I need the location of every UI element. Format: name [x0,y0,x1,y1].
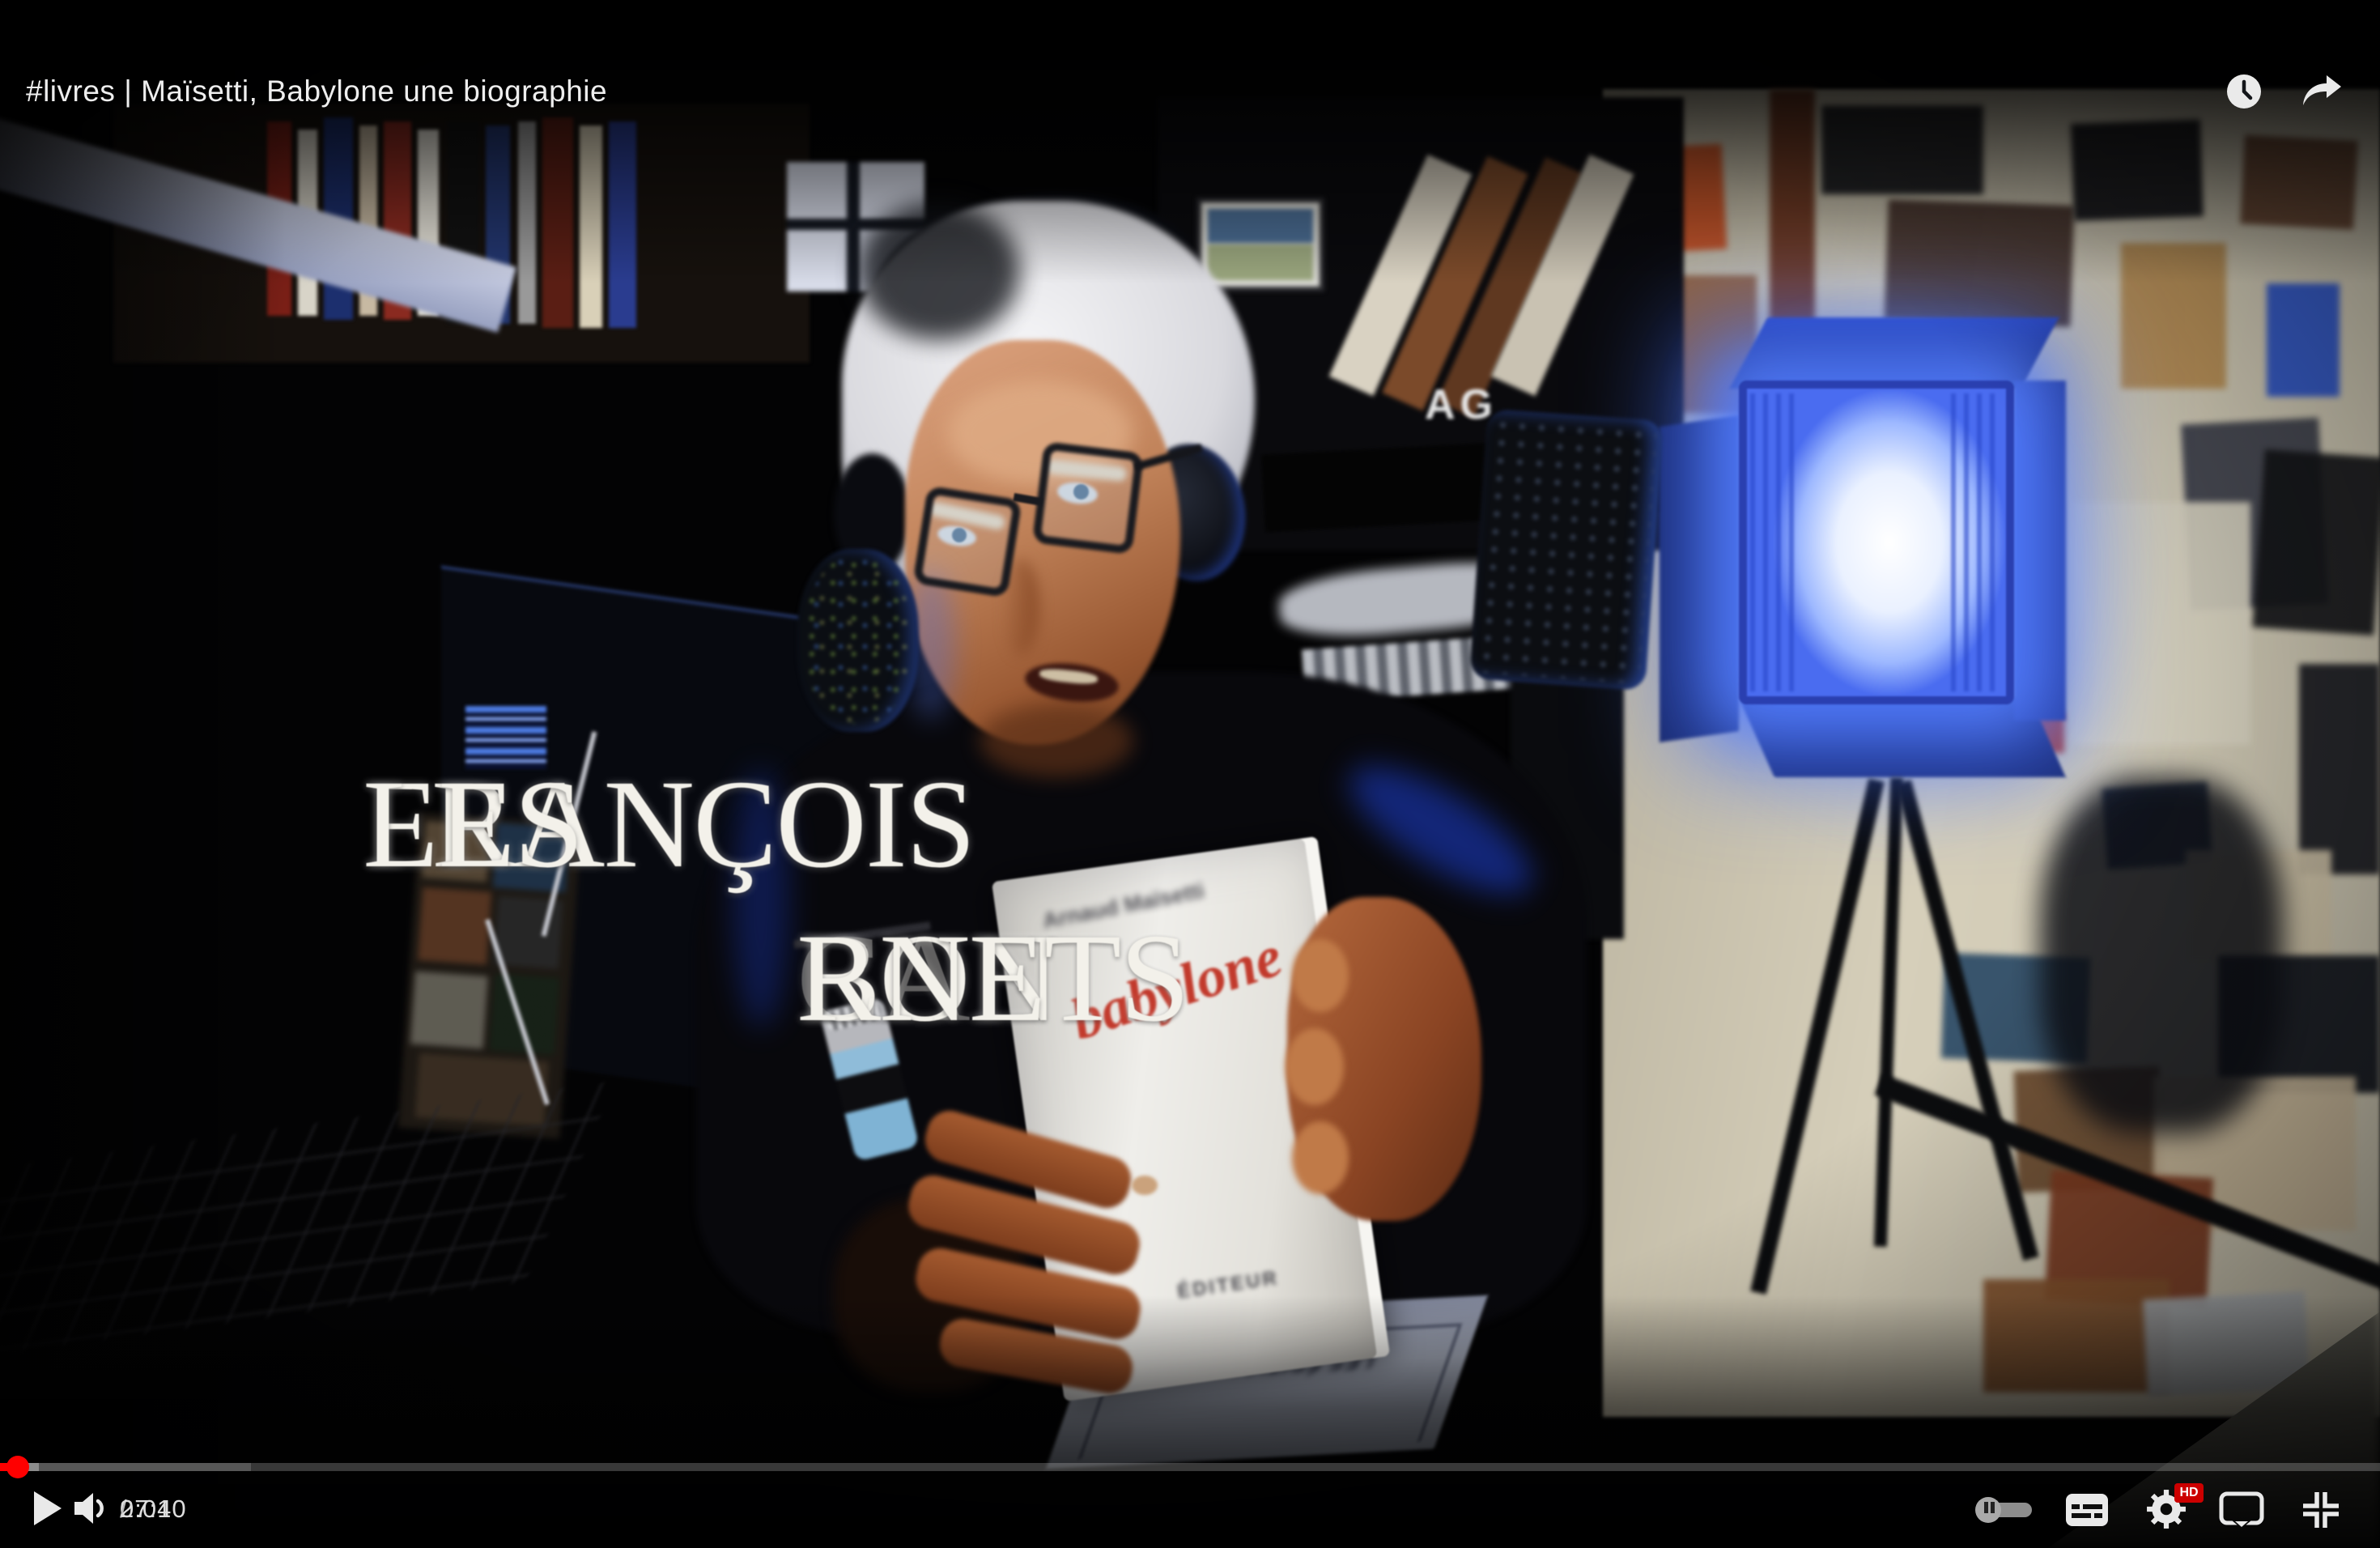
play-button[interactable] [28,1488,68,1529]
clock-icon [2225,72,2263,111]
play-on-tv-icon [2219,1491,2264,1529]
loaded-bar [39,1463,251,1471]
led-barn-door [2014,381,2066,721]
subtitles-button[interactable] [2064,1491,2110,1529]
progress-bar[interactable] [0,1462,2380,1472]
keyboard [0,1081,616,1369]
hair-shadow [858,202,1020,340]
led-barn-door [1660,415,1739,742]
glasses-lens-right [1032,441,1144,555]
glasses-lens-left [912,486,1022,598]
autoplay-toggle[interactable] [1975,1495,2038,1525]
hd-badge: HD [2174,1483,2204,1503]
remote-playback-button[interactable] [2218,1491,2265,1529]
pause-icon [1991,1502,1995,1513]
microphone-left [797,549,919,732]
microphone-right [1469,409,1664,691]
book-spine [609,121,636,328]
duration: 27:10 [120,1495,187,1524]
fullscreen-exit-button[interactable] [2301,1490,2341,1530]
wall-photo [2299,664,2380,874]
toggle-knob [1975,1497,2001,1523]
knuckle [1286,1028,1344,1105]
knuckle [1292,939,1349,1012]
progress-scrubber[interactable] [6,1456,29,1478]
mute-button[interactable] [71,1488,113,1529]
top-black-bar [0,0,2380,49]
led-panel-light [1739,381,2014,704]
wall-photo [2267,283,2340,397]
knuckle [1292,1121,1349,1194]
chin-shadow [980,704,1133,777]
video-scene: AG [0,0,2380,1548]
share-button[interactable] [2301,74,2343,108]
book-spine [542,117,573,328]
wall-photo [2253,449,2380,636]
fingernail [1132,1176,1158,1195]
subtitles-icon [2066,1494,2108,1526]
video-player[interactable]: AG [0,0,2380,1548]
video-title[interactable]: #livres | Maïsetti, Babylone une biograp… [26,74,607,108]
book-spine [518,121,536,324]
watch-later-button[interactable] [2225,72,2263,111]
remaining-bar [251,1463,2380,1471]
fullscreen-exit-icon [2301,1491,2340,1529]
speaker-icon [74,1491,110,1525]
pause-icon [1984,1502,1988,1513]
book-spine [580,125,602,328]
framed-picture [1196,198,1324,291]
book-publisher: ÉDITEUR [1146,1263,1310,1308]
play-triangle-icon [34,1491,62,1525]
share-arrow-icon [2301,74,2343,108]
wall-photo [1983,1279,2170,1393]
shelf-letters: AG [1425,381,1498,429]
led-barn-door [1730,317,2059,389]
